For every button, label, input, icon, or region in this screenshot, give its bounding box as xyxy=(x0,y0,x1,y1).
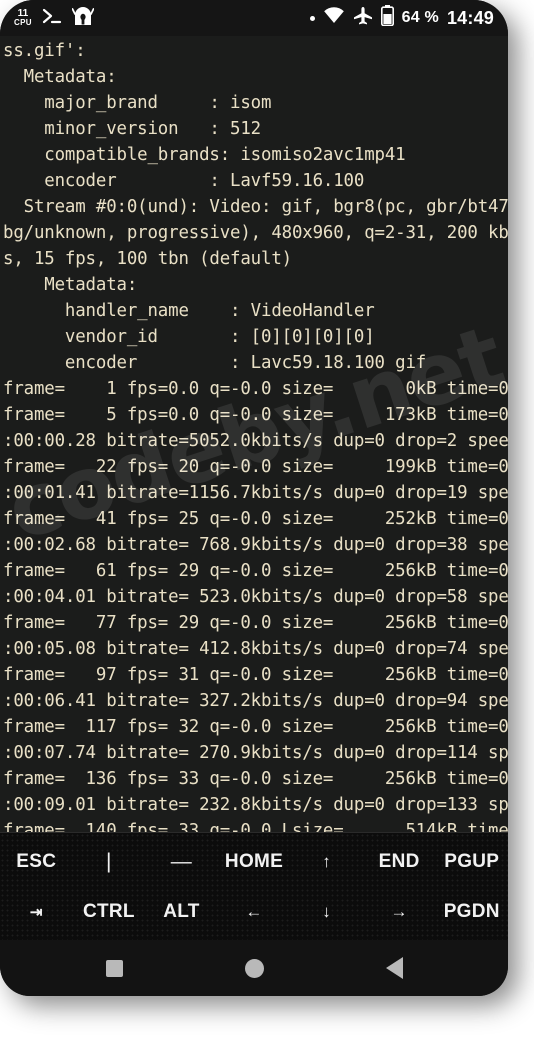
key-dash[interactable]: — xyxy=(145,850,218,874)
terminal-line: major_brand : isom xyxy=(3,93,272,113)
terminal-line: :00:04.01 bitrate= 523.0kbits/s dup=0 dr… xyxy=(3,587,508,607)
back-triangle-icon xyxy=(385,957,403,979)
cpu-label: CPU xyxy=(14,18,32,27)
key-arrow-up[interactable]: ↑ xyxy=(290,852,363,872)
key-home[interactable]: HOME xyxy=(218,851,291,873)
extra-keys-row-1: ESC | — HOME ↑ END PGUP xyxy=(0,837,508,887)
terminal-line: :00:00.28 bitrate=5052.0kbits/s dup=0 dr… xyxy=(3,431,508,451)
key-ctrl[interactable]: CTRL xyxy=(73,901,146,923)
wifi-icon xyxy=(323,7,345,29)
key-pipe[interactable]: | xyxy=(73,850,146,874)
terminal-line: frame= 117 fps= 32 q=-0.0 size= 256kB ti… xyxy=(3,717,508,737)
terminal-scrollback: ss.gif': Metadata: major_brand : isom mi… xyxy=(0,38,508,832)
recents-button[interactable] xyxy=(86,948,142,988)
battery-icon xyxy=(380,5,394,31)
key-pgup[interactable]: PGUP xyxy=(435,851,508,873)
cpu-monitor-icon: 11 CPU xyxy=(14,9,32,27)
home-button[interactable] xyxy=(226,948,282,988)
terminal-line: :00:05.08 bitrate= 412.8kbits/s dup=0 dr… xyxy=(3,639,508,659)
terminal-line: frame= 97 fps= 31 q=-0.0 size= 256kB tim… xyxy=(3,665,508,685)
status-clock: 14:49 xyxy=(446,7,494,28)
terminal-line: :00:06.41 bitrate= 327.2kbits/s dup=0 dr… xyxy=(3,691,508,711)
terminal-line: frame= 5 fps=0.0 q=-0.0 size= 173kB time… xyxy=(3,405,508,425)
terminal-icon xyxy=(41,6,63,31)
terminal-line: encoder : Lavf59.16.100 xyxy=(3,171,365,191)
status-bar-left: 11 CPU xyxy=(14,5,95,32)
key-arrow-left[interactable]: ← xyxy=(218,902,291,922)
extra-keys-row: ESC | — HOME ↑ END PGUP ⇥ CTRL ALT ← ↓ → PGDN xyxy=(0,832,508,940)
terminal-line: :00:07.74 bitrate= 270.9kbits/s dup=0 dr… xyxy=(3,743,508,763)
terminal-line: frame= 140 fps= 33 q=-0.0 Lsize= 514kB t… xyxy=(3,821,508,832)
phone-screen: 11 CPU 64 % 14:49 ss.gif': Metadata: maj… xyxy=(0,0,508,996)
terminal-line: encoder : Lavc59.18.100 gif xyxy=(3,353,427,373)
dot-icon xyxy=(309,15,315,21)
terminal-line: vendor_id : [0][0][0][0] xyxy=(3,327,375,347)
terminal-line: Stream #0:0(und): Video: gif, bgr8(pc, g… xyxy=(3,197,508,217)
home-circle-icon xyxy=(244,958,264,978)
back-button[interactable] xyxy=(366,948,422,988)
android-navigation-bar xyxy=(0,940,508,996)
recents-square-icon xyxy=(105,959,123,977)
terminal-output[interactable]: ss.gif': Metadata: major_brand : isom mi… xyxy=(0,36,508,832)
terminal-line: :00:01.41 bitrate=1156.7kbits/s dup=0 dr… xyxy=(3,483,508,503)
key-tab[interactable]: ⇥ xyxy=(0,903,73,921)
terminal-line: ss.gif': xyxy=(3,41,86,61)
key-arrow-down[interactable]: ↓ xyxy=(290,902,363,922)
terminal-line: s, 15 fps, 100 tbn (default) xyxy=(3,249,292,269)
terminal-line: Metadata: xyxy=(3,275,138,295)
terminal-line: frame= 61 fps= 29 q=-0.0 size= 256kB tim… xyxy=(3,561,508,581)
terminal-line: frame= 41 fps= 25 q=-0.0 size= 252kB tim… xyxy=(3,509,508,529)
battery-percent: 64 % xyxy=(401,9,439,26)
airplane-mode-icon xyxy=(353,6,373,31)
key-end[interactable]: END xyxy=(363,851,436,873)
terminal-line: :00:02.68 bitrate= 768.9kbits/s dup=0 dr… xyxy=(3,535,508,555)
key-alt[interactable]: ALT xyxy=(145,901,218,923)
key-pgdn[interactable]: PGDN xyxy=(435,901,508,923)
terminal-line: compatible_brands: isomiso2avc1mp41 xyxy=(3,145,406,165)
terminal-line: bg/unknown, progressive), 480x960, q=2-3… xyxy=(3,223,508,243)
terminal-line: Metadata: xyxy=(3,67,117,87)
key-arrow-right[interactable]: → xyxy=(363,902,436,922)
termux-icon xyxy=(71,5,95,32)
status-bar: 11 CPU 64 % 14:49 xyxy=(0,0,508,36)
key-esc[interactable]: ESC xyxy=(0,851,73,873)
terminal-line: :00:09.01 bitrate= 232.8kbits/s dup=0 dr… xyxy=(3,795,508,815)
terminal-line: frame= 1 fps=0.0 q=-0.0 size= 0kB time=0… xyxy=(3,379,508,399)
terminal-line: minor_version : 512 xyxy=(3,119,262,139)
status-bar-right: 64 % 14:49 xyxy=(309,5,494,31)
extra-keys-row-2: ⇥ CTRL ALT ← ↓ → PGDN xyxy=(0,887,508,937)
terminal-line: frame= 136 fps= 33 q=-0.0 size= 256kB ti… xyxy=(3,769,508,789)
terminal-line: handler_name : VideoHandler xyxy=(3,301,375,321)
terminal-line: frame= 22 fps= 20 q=-0.0 size= 199kB tim… xyxy=(3,457,508,477)
terminal-line: frame= 77 fps= 29 q=-0.0 size= 256kB tim… xyxy=(3,613,508,633)
